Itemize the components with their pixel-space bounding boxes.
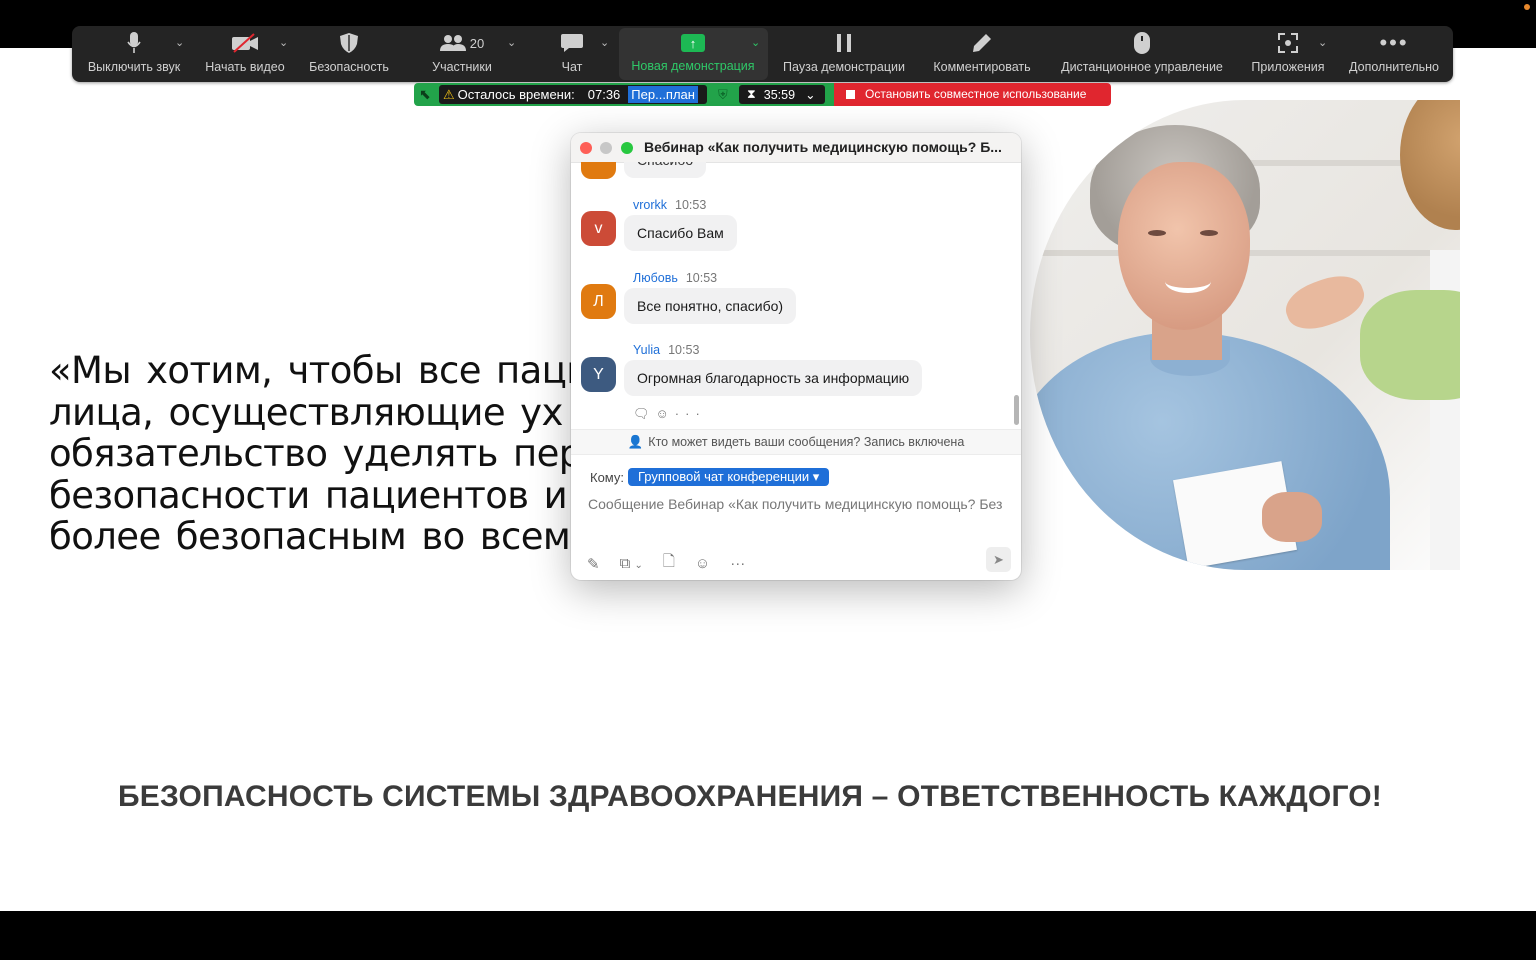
shield-icon [340,26,358,60]
avatar [581,162,616,179]
participants-icon: 20 [439,26,485,60]
chat-bubble-icon [561,26,583,60]
chat-title: Вебинар «Как получить медицинскую помощь… [644,139,1002,155]
more-icon[interactable]: ··· [730,555,745,572]
reply-icon[interactable]: 🗨 [633,406,656,421]
close-window-button[interactable] [580,142,592,154]
chat-window: Вебинар «Как получить медицинскую помощь… [571,133,1021,580]
video-button[interactable]: Начать видео [200,26,290,82]
compose-toolbar: ✎ ⧉ ⌄ 🗋 ☺ ··· [587,551,745,576]
chat-scrollbar[interactable] [1014,163,1020,428]
warning-icon: ⚠ [443,86,455,102]
apps-chevron-icon[interactable]: ⌄ [1318,36,1327,49]
recipient-row: Кому: Групповой чат конференции ▾ [590,468,830,486]
stop-icon [846,89,855,99]
mute-button[interactable]: Выключить звук [82,26,186,82]
person-lock-icon: 👤 [627,434,644,449]
message-bubble: Все понятно, спасибо) [624,288,797,324]
shield-check-icon: ⛨ [718,87,728,102]
file-icon[interactable]: 🗋 [663,551,675,576]
mute-options-chevron-icon[interactable]: ⌄ [175,36,184,49]
apps-icon [1278,26,1298,60]
meeting-timer[interactable]: ⧗ 35:59 ⌄ [739,85,825,104]
meeting-toolbar: Выключить звук ⌄ Начать видео ⌄ Безопасн… [72,26,1453,82]
message-bubble: Спасибо Вам [624,215,737,251]
pause-icon [836,26,852,60]
avatar: v [581,211,616,246]
new-share-button[interactable]: ↑ Новая демонстрация [623,26,763,82]
emoji-icon[interactable]: ☺ [695,555,710,572]
participants-chevron-icon[interactable]: ⌄ [507,36,516,49]
security-button[interactable]: Безопасность [304,26,394,82]
minimize-window-button[interactable] [600,142,612,154]
microphone-icon [127,26,141,60]
mouse-icon [1134,26,1150,60]
recording-indicator [1524,4,1530,10]
message-list: Спасибо vrorkk10:53 v Спасибо Вам Любовь… [571,162,1009,430]
screenshot-icon[interactable]: ⧉ ⌄ [620,555,643,572]
more-button[interactable]: ••• Дополнительно [1344,26,1444,82]
avatar: Л [581,284,616,319]
hourglass-icon: ⧗ [747,87,756,101]
drag-handle-icon[interactable]: ⬉ [419,86,431,103]
apps-button[interactable]: Приложения [1244,26,1332,82]
message-meta: Yulia 10:53 [633,343,700,357]
participants-count: 20 [469,35,485,51]
avatar: Y [581,357,616,392]
share-chevron-icon[interactable]: ⌄ [751,36,760,49]
privacy-notice[interactable]: 👤 Кто может видеть ваши сообщения? Запис… [571,429,1021,455]
timer-chevron-icon: ⌄ [805,88,816,102]
time-remaining: ⚠ Осталось времени: 07:36 Пер...план [439,85,707,104]
pause-share-button[interactable]: Пауза демонстрации [774,26,914,82]
chat-button[interactable]: Чат [542,26,602,82]
send-button[interactable]: ➤ [986,547,1011,572]
message-actions: 🗨☺··· [633,406,706,422]
remote-control-button[interactable]: Дистанционное управление [1052,26,1232,82]
slide-headline: БЕЗОПАСНОСТЬ СИСТЕМЫ ЗДРАВООХРАНЕНИЯ – О… [117,780,1382,813]
annotate-button[interactable]: Комментировать [927,26,1037,82]
more-actions-icon[interactable]: ··· [675,406,706,421]
pencil-icon [972,26,992,60]
message-input[interactable]: Сообщение Вебинар «Как получить медицинс… [588,496,1018,512]
video-options-chevron-icon[interactable]: ⌄ [279,36,288,49]
emoji-reaction-icon[interactable]: ☺ [656,406,675,421]
message-bubble: Спасибо [624,162,707,178]
slide-photo [1030,100,1460,570]
screen-bottom-bar [0,911,1536,960]
chat-chevron-icon[interactable]: ⌄ [600,36,609,49]
video-off-icon [231,26,259,60]
message-meta: vrorkk 10:53 [633,198,707,212]
share-status-bar: ⬉ ⚠ Осталось времени: 07:36 Пер...план ⛨… [414,83,1111,106]
send-icon: ➤ [993,551,1004,567]
stop-share-button[interactable]: Остановить совместное использование [846,87,1086,101]
format-text-icon[interactable]: ✎ [587,555,600,573]
message-bubble: Огромная благодарность за информацию [624,360,923,396]
maximize-window-button[interactable] [621,142,633,154]
message-meta: Любовь 10:53 [633,271,718,285]
share-screen-icon: ↑ [681,34,705,52]
chat-title-bar: Вебинар «Как получить медицинскую помощь… [571,133,1021,163]
more-dots-icon: ••• [1379,30,1409,55]
recipient-dropdown[interactable]: Групповой чат конференции ▾ [628,468,830,486]
participants-button[interactable]: 20 Участники [417,26,507,82]
plan-link[interactable]: Пер...план [628,86,698,103]
